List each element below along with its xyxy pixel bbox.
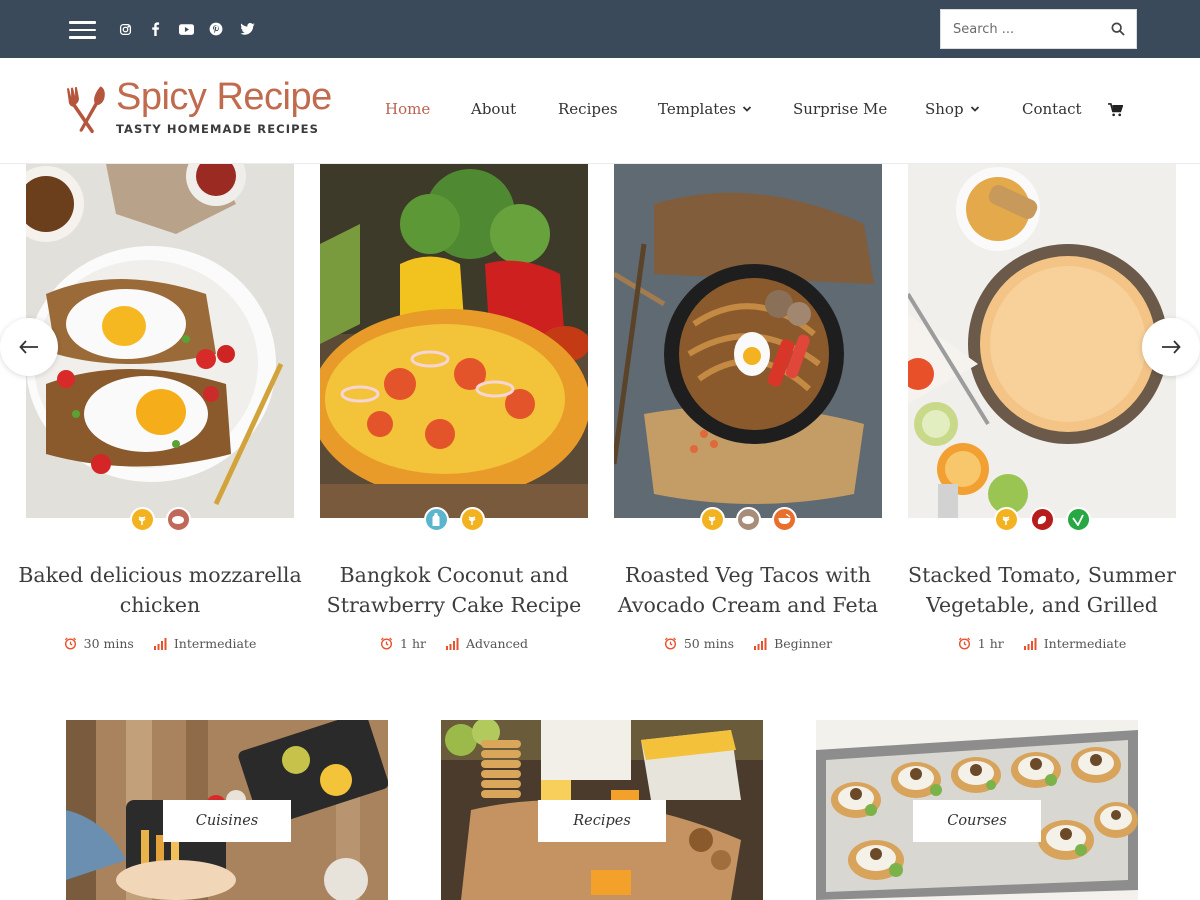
recipe-title[interactable]: Bangkok Coconut and Strawberry Cake Reci… bbox=[308, 560, 600, 620]
nav-item-home[interactable]: Home bbox=[385, 100, 430, 118]
search-box bbox=[940, 9, 1137, 49]
vegan-icon bbox=[1065, 507, 1091, 532]
recipe-meta: 1 hr Intermediate bbox=[908, 636, 1176, 651]
recipe-image[interactable] bbox=[614, 164, 882, 518]
difficulty-icon bbox=[153, 637, 167, 650]
category-tile-courses[interactable]: Courses bbox=[816, 720, 1138, 900]
recipe-title[interactable]: Stacked Tomato, Summer Vegetable, and Gr… bbox=[896, 560, 1188, 620]
category-label[interactable]: Recipes bbox=[538, 800, 666, 842]
search-icon[interactable] bbox=[1110, 21, 1126, 37]
recipe-image[interactable] bbox=[908, 164, 1176, 518]
nav-item-about[interactable]: About bbox=[471, 100, 516, 118]
twitter-icon[interactable] bbox=[238, 20, 256, 38]
top-bar bbox=[0, 0, 1200, 58]
category-label[interactable]: Cuisines bbox=[163, 800, 291, 842]
instagram-icon[interactable] bbox=[116, 20, 134, 38]
chevron-down-icon bbox=[742, 106, 752, 112]
site-title[interactable]: Spicy Recipe bbox=[116, 76, 332, 119]
difficulty-level: Intermediate bbox=[1043, 636, 1127, 651]
nav-item-recipes[interactable]: Recipes bbox=[558, 100, 618, 118]
clock-icon bbox=[958, 637, 970, 650]
cook-time: 50 mins bbox=[683, 636, 735, 651]
nav-label: About bbox=[471, 100, 517, 118]
social-links bbox=[0, 20, 300, 38]
category-tile-recipes[interactable]: Recipes bbox=[441, 720, 763, 900]
recipe-card: Baked delicious mozzarella chicken 30 mi… bbox=[18, 164, 302, 664]
nav-label: Recipes bbox=[558, 100, 618, 118]
shopping-cart-icon[interactable] bbox=[1108, 103, 1123, 117]
gluten-free-icon bbox=[129, 507, 155, 532]
nav-item-surprise-me[interactable]: Surprise Me bbox=[793, 100, 887, 118]
nav-label: Contact bbox=[1022, 100, 1082, 118]
recipe-title[interactable]: Baked delicious mozzarella chicken bbox=[14, 560, 306, 620]
arrow-right-icon bbox=[1162, 340, 1181, 354]
meat-icon bbox=[165, 507, 191, 532]
clock-icon bbox=[380, 637, 393, 650]
difficulty-icon bbox=[1023, 637, 1037, 650]
difficulty-icon bbox=[445, 637, 459, 650]
nav-item-contact[interactable]: Contact bbox=[1022, 100, 1082, 118]
diet-badges bbox=[908, 507, 1176, 533]
category-label[interactable]: Courses bbox=[913, 800, 1041, 842]
recipe-card: Bangkok Coconut and Strawberry Cake Reci… bbox=[320, 164, 588, 664]
diet-badges bbox=[614, 507, 882, 533]
nav-label: Surprise Me bbox=[793, 100, 888, 118]
chevron-down-icon bbox=[970, 106, 979, 112]
nav-label: Templates bbox=[658, 100, 736, 118]
recipe-carousel: Baked delicious mozzarella chicken 30 mi… bbox=[0, 164, 1200, 674]
recipe-meta: 1 hr Advanced bbox=[320, 636, 588, 651]
cook-time: 1 hr bbox=[400, 636, 426, 651]
recipe-card: Stacked Tomato, Summer Vegetable, and Gr… bbox=[908, 164, 1176, 664]
nut-free-icon bbox=[1029, 507, 1055, 532]
facebook-icon[interactable] bbox=[146, 20, 164, 38]
clock-icon bbox=[664, 637, 676, 650]
difficulty-level: Advanced bbox=[465, 636, 528, 651]
fork-knife-logo-icon[interactable] bbox=[64, 82, 108, 136]
recipe-card: Roasted Veg Tacos with Avocado Cream and… bbox=[614, 164, 882, 664]
cook-time: 1 hr bbox=[977, 636, 1004, 651]
recipe-meta: 50 mins Beginner bbox=[614, 636, 882, 651]
nav-label: Home bbox=[385, 100, 431, 118]
youtube-icon[interactable] bbox=[177, 20, 195, 38]
carousel-next-button[interactable] bbox=[1142, 318, 1200, 376]
arrow-left-icon bbox=[19, 340, 38, 354]
category-tile-cuisines[interactable]: Cuisines bbox=[66, 720, 388, 900]
recipe-image[interactable] bbox=[26, 164, 294, 518]
pinterest-icon[interactable] bbox=[207, 20, 225, 38]
difficulty-level: Intermediate bbox=[173, 636, 257, 651]
nav-item-shop[interactable]: Shop bbox=[925, 100, 980, 118]
difficulty-level: Beginner bbox=[774, 636, 833, 651]
diet-badges bbox=[320, 507, 588, 533]
gluten-free-icon bbox=[993, 507, 1019, 532]
site-header: Spicy Recipe TASTY HOMEMADE RECIPES Home… bbox=[0, 58, 1200, 164]
recipe-image[interactable] bbox=[320, 164, 588, 518]
gluten-free-icon bbox=[459, 507, 485, 532]
clock-icon bbox=[64, 637, 76, 650]
search-input[interactable] bbox=[941, 10, 1106, 48]
cook-time: 30 mins bbox=[83, 636, 134, 651]
dairy-free-icon bbox=[423, 507, 449, 532]
recipe-title[interactable]: Roasted Veg Tacos with Avocado Cream and… bbox=[602, 560, 894, 620]
meat-icon bbox=[735, 507, 761, 532]
diet-badges bbox=[26, 507, 294, 533]
carousel-prev-button[interactable] bbox=[0, 318, 58, 376]
bowl-icon bbox=[771, 507, 797, 532]
recipe-meta: 30 mins Intermediate bbox=[26, 636, 294, 651]
difficulty-icon bbox=[754, 637, 767, 650]
nav-item-templates[interactable]: Templates bbox=[658, 100, 752, 118]
gluten-free-icon bbox=[699, 507, 725, 532]
nav-label: Shop bbox=[925, 100, 964, 118]
site-tagline: TASTY HOMEMADE RECIPES bbox=[116, 122, 319, 136]
